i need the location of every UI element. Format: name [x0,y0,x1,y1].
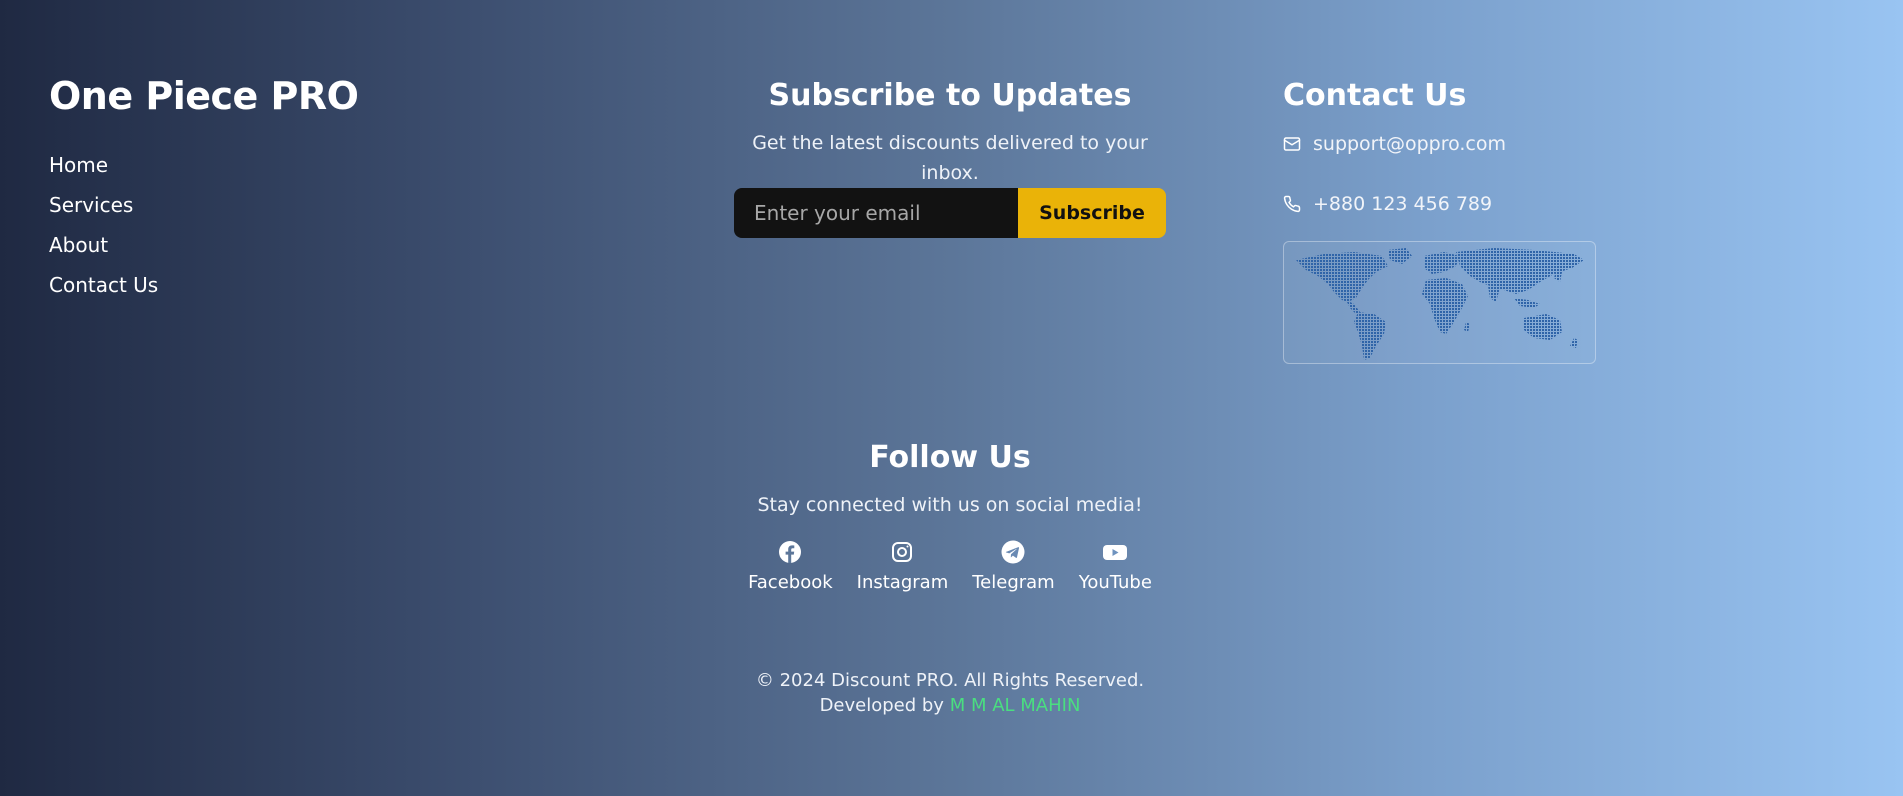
social-label: Facebook [748,572,833,593]
follow-section: Follow Us Stay connected with us on soci… [650,436,1250,593]
follow-description: Stay connected with us on social media! [757,494,1143,516]
world-map [1283,241,1596,364]
nav-link-about[interactable]: About [49,230,158,270]
nav-link-home[interactable]: Home [49,150,158,190]
contact-phone[interactable]: +880 123 456 789 [1313,193,1492,215]
contact-title: Contact Us [1283,78,1467,113]
facebook-icon [776,538,804,566]
social-link-facebook[interactable]: Facebook [748,538,833,593]
social-links: Facebook Instagram Telegram YouTube [650,538,1250,593]
subscribe-description: Get the latest discounts delivered to yo… [752,132,1148,184]
nav-link-services[interactable]: Services [49,190,158,230]
copyright-text: © 2024 Discount PRO. All Rights Reserved… [755,670,1145,691]
subscribe-section: Subscribe to Updates Get the latest disc… [734,74,1166,238]
follow-title: Follow Us [869,440,1031,475]
phone-icon [1283,195,1301,213]
mail-icon [1283,137,1301,151]
nav-link-contact-us[interactable]: Contact Us [49,270,158,310]
social-label: Telegram [972,572,1055,593]
developer-prefix: Developed by [819,695,944,716]
footer-nav: Home Services About Contact Us [49,150,158,310]
copyright: © 2024 Discount PRO. All Rights Reserved… [650,668,1250,718]
social-link-youtube[interactable]: YouTube [1079,538,1152,593]
contact-email[interactable]: support@oppro.com [1313,133,1506,155]
brand-logo: One Piece PRO [49,74,359,118]
youtube-icon [1101,538,1129,566]
contact-phone-row: +880 123 456 789 [1283,189,1603,219]
social-link-instagram[interactable]: Instagram [856,538,949,593]
contact-section: Contact Us support@oppro.com +880 123 45… [1283,74,1603,364]
subscribe-title: Subscribe to Updates [768,78,1132,113]
developer-credit: Developed by M M AL MAHIN [650,693,1250,718]
developer-name[interactable]: M M AL MAHIN [950,695,1081,716]
subscribe-form: Subscribe [734,188,1166,238]
social-link-telegram[interactable]: Telegram [972,538,1055,593]
social-label: YouTube [1078,572,1152,593]
telegram-icon [999,538,1027,566]
subscribe-button[interactable]: Subscribe [1018,188,1166,238]
world-map-graphic [1296,248,1584,360]
instagram-icon [888,538,916,566]
email-input[interactable] [734,188,1018,238]
contact-email-row: support@oppro.com [1283,129,1603,159]
social-label: Instagram [856,572,949,593]
